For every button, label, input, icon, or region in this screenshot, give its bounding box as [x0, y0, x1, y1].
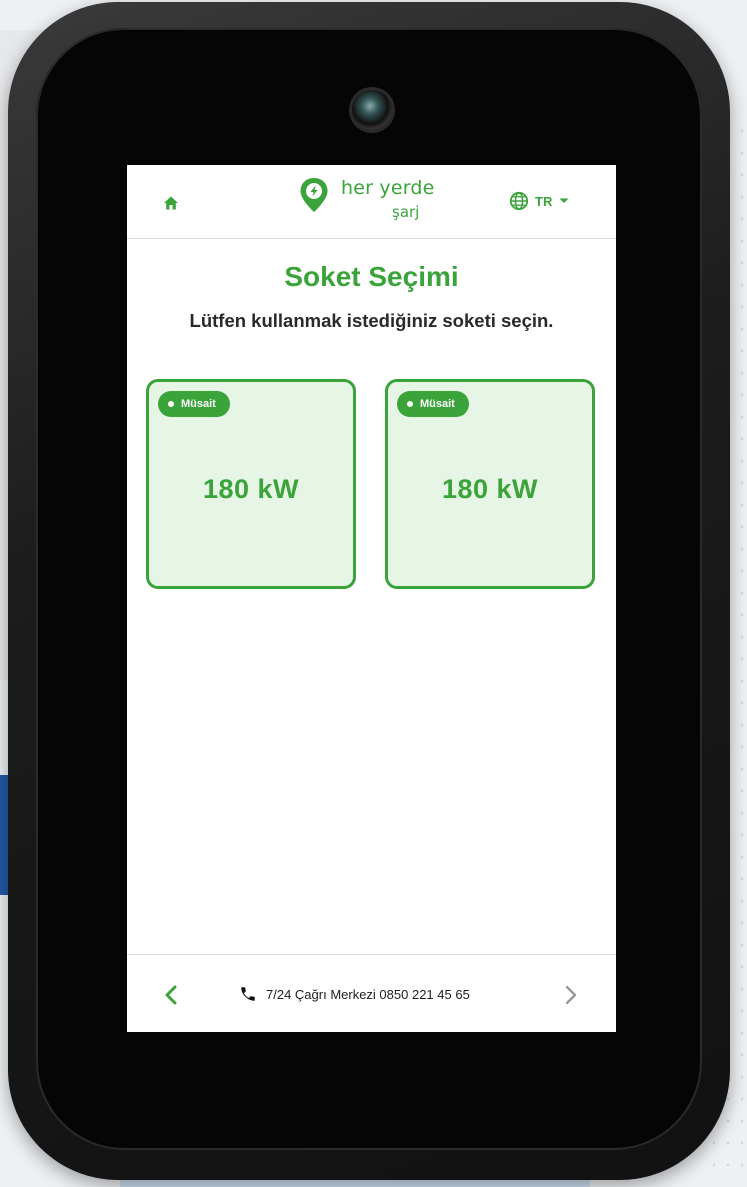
- back-button[interactable]: [159, 983, 183, 1007]
- camera-lens: [352, 90, 392, 130]
- status-label: Müsait: [181, 398, 216, 410]
- caret-down-icon: [559, 198, 569, 203]
- socket-power: 180 kW: [441, 474, 539, 504]
- socket-card-2[interactable]: Müsait 180 kW: [385, 379, 595, 589]
- status-label: Müsait: [420, 398, 455, 410]
- socket-power: 180 kW: [202, 474, 300, 504]
- status-dot-icon: [407, 401, 413, 407]
- language-selector[interactable]: TR: [509, 189, 570, 213]
- status-dot-icon: [168, 401, 174, 407]
- status-badge: Müsait: [158, 391, 230, 417]
- page-title: Soket Seçimi: [284, 261, 459, 292]
- home-button[interactable]: [161, 193, 181, 213]
- kiosk-screen: her yerde şarj TR Soket Seçimi Lütfen ku…: [127, 165, 616, 1032]
- page-subtitle: Lütfen kullanmak istediğiniz soketi seçi…: [189, 310, 554, 331]
- chevron-right-icon: [565, 985, 577, 1005]
- call-center-info: 7/24 Çağrı Merkezi 0850 221 45 65: [239, 985, 470, 1003]
- language-label: TR: [535, 193, 553, 209]
- home-icon: [164, 196, 178, 210]
- socket-card-1[interactable]: Müsait 180 kW: [146, 379, 356, 589]
- logo-text: her yerde: [341, 177, 435, 199]
- chevron-left-icon: [165, 985, 177, 1005]
- next-button[interactable]: [559, 983, 583, 1007]
- brand-logo: her yerde şarj: [297, 175, 447, 227]
- header-bar: her yerde şarj TR: [127, 165, 616, 239]
- call-center-text: 7/24 Çağrı Merkezi 0850 221 45 65: [266, 986, 470, 1002]
- globe-icon: [509, 191, 529, 211]
- logo-subtext: şarj: [392, 203, 420, 221]
- footer-bar: 7/24 Çağrı Merkezi 0850 221 45 65: [127, 954, 616, 1032]
- status-badge: Müsait: [397, 391, 469, 417]
- phone-icon: [241, 987, 255, 1001]
- logo-pin-icon: [300, 178, 328, 212]
